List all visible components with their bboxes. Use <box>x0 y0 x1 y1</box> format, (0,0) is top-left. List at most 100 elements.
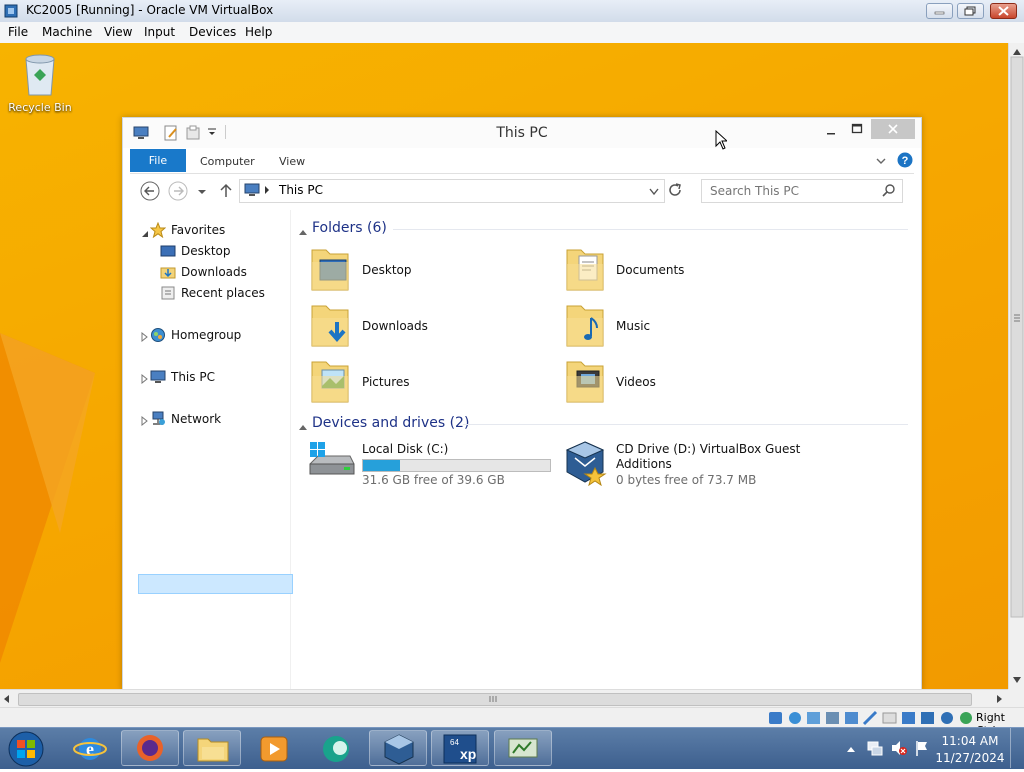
taskbar-virtualbox[interactable] <box>369 730 427 766</box>
folder-tile-pictures[interactable]: Pictures <box>308 356 548 406</box>
nav-recent-places[interactable]: Recent places <box>181 286 265 300</box>
folder-tile-desktop[interactable]: Desktop <box>308 244 548 294</box>
host-vertical-scrollbar[interactable] <box>1008 43 1024 689</box>
search-box[interactable] <box>701 179 903 203</box>
taskbar-teal-app[interactable] <box>306 730 364 766</box>
nav-homegroup[interactable]: Homegroup <box>171 328 241 342</box>
menu-help[interactable]: Help <box>245 25 272 39</box>
clock-date[interactable]: 11/27/2024 <box>935 751 1005 765</box>
desktop-folder-icon <box>160 244 176 261</box>
svg-text:?: ? <box>902 155 909 167</box>
windows-xp-mode-icon: 64xp <box>443 734 477 764</box>
taskbar-network-monitor[interactable] <box>494 730 552 766</box>
drive-tile-local-disk[interactable]: Local Disk (C:) 31.6 GB free of 39.6 GB <box>308 438 553 488</box>
taskbar-internet-explorer[interactable]: e <box>60 730 118 766</box>
tab-file[interactable]: File <box>130 149 186 172</box>
folder-tile-documents[interactable]: Documents <box>563 244 803 294</box>
host-minimize-button[interactable] <box>926 3 953 19</box>
computer-icon <box>244 183 260 200</box>
drives-heading[interactable]: Devices and drives (2) <box>312 415 469 431</box>
menu-devices[interactable]: Devices <box>189 25 236 39</box>
expanded-arrow-icon[interactable] <box>141 227 149 241</box>
explorer-close-button[interactable] <box>871 119 915 139</box>
svg-text:xp: xp <box>460 746 476 762</box>
folder-desktop-label: Desktop <box>362 263 412 277</box>
clock-time[interactable]: 11:04 AM <box>935 734 1005 748</box>
tray-volume-muted-icon[interactable] <box>890 739 908 760</box>
tab-computer[interactable]: Computer <box>200 155 255 168</box>
host-menubar: File Machine View Input Devices Help <box>0 22 1024 44</box>
drives-divider <box>463 424 908 425</box>
drive-tile-cd-drive[interactable]: CD Drive (D:) VirtualBox Guest Additions… <box>563 438 823 488</box>
tab-view[interactable]: View <box>279 155 305 168</box>
menu-file[interactable]: File <box>8 25 28 39</box>
ribbon-tabs: File Computer View ? <box>130 149 914 174</box>
collapsed-arrow-icon[interactable] <box>141 331 149 345</box>
help-icon[interactable]: ? <box>897 152 913 171</box>
back-button[interactable] <box>140 181 160 204</box>
recent-places-icon <box>160 286 176 303</box>
taskbar-media-player[interactable] <box>244 730 302 766</box>
explorer-window: This PC File Computer View ? This PC Sea… <box>122 117 922 690</box>
menu-machine[interactable]: Machine <box>42 25 92 39</box>
search-icon[interactable] <box>882 183 896 200</box>
folder-music-label: Music <box>616 319 651 333</box>
nav-this-pc[interactable]: This PC <box>171 370 215 384</box>
folder-tile-downloads[interactable]: Downloads <box>308 300 548 350</box>
folder-documents-label: Documents <box>616 263 685 277</box>
menu-input[interactable]: Input <box>144 25 175 39</box>
menu-view[interactable]: View <box>104 25 132 39</box>
show-desktop-button[interactable] <box>1010 728 1024 768</box>
nav-favorites[interactable]: Favorites <box>171 223 225 237</box>
address-bar[interactable]: This PC <box>239 179 665 203</box>
recycle-bin-shortcut[interactable]: Recycle Bin <box>8 49 72 114</box>
nav-desktop[interactable]: Desktop <box>181 244 231 258</box>
taskbar-windows-xp-mode[interactable]: 64 xp <box>431 730 489 766</box>
recent-locations-icon[interactable] <box>197 186 207 200</box>
refresh-icon[interactable] <box>667 182 683 201</box>
virtualbox-taskbar-icon <box>384 734 414 765</box>
ribbon-expand-icon[interactable] <box>875 155 887 169</box>
recycle-bin-label: Recycle Bin <box>8 101 72 114</box>
videos-folder-icon <box>566 361 604 403</box>
vbox-status-icons[interactable] <box>768 710 974 726</box>
explorer-titlebar[interactable]: This PC <box>123 118 921 148</box>
start-orb-icon[interactable] <box>4 729 48 772</box>
navigation-pane: Favorites Desktop Downloads Recent place… <box>130 210 293 690</box>
forward-button[interactable] <box>168 181 188 204</box>
host-horizontal-scrollbar[interactable] <box>0 689 1008 708</box>
host-titlebar: KC2005 [Running] - Oracle VM VirtualBox <box>0 0 1024 23</box>
up-arrow-icon[interactable] <box>219 182 233 201</box>
show-hidden-icons-arrow[interactable] <box>846 742 856 756</box>
network-icon <box>150 411 166 430</box>
collapsed-arrow-icon[interactable] <box>141 373 149 387</box>
taskbar-file-explorer[interactable] <box>183 730 241 766</box>
explorer-minimize-button[interactable] <box>825 126 837 141</box>
host-restore-button[interactable] <box>957 3 984 19</box>
local-disk-usage-bar <box>362 459 551 472</box>
tray-action-center-flag-icon[interactable] <box>914 739 930 760</box>
desktop-folder-icon <box>311 249 349 291</box>
search-input[interactable] <box>708 182 872 200</box>
documents-folder-icon <box>566 249 604 291</box>
breadcrumb-this-pc[interactable]: This PC <box>279 183 323 197</box>
nav-network[interactable]: Network <box>171 412 221 426</box>
explorer-maximize-button[interactable] <box>851 123 863 138</box>
taskbar-firefox[interactable] <box>121 730 179 766</box>
address-dropdown-icon[interactable] <box>648 186 660 200</box>
host-close-button[interactable] <box>990 3 1017 19</box>
taskbar: e 64 xp 11:04 AM 11/27/2024 <box>0 727 1024 769</box>
pictures-folder-icon <box>311 361 349 403</box>
group-collapse-arrow-icon[interactable] <box>299 225 307 239</box>
breadcrumb-chevron-icon[interactable] <box>264 184 270 198</box>
collapsed-arrow-icon[interactable] <box>141 415 149 429</box>
tray-network-icon[interactable] <box>866 739 884 760</box>
nav-downloads[interactable]: Downloads <box>181 265 247 279</box>
folders-heading[interactable]: Folders (6) <box>312 220 387 236</box>
firefox-icon <box>137 735 163 761</box>
folder-tile-videos[interactable]: Videos <box>563 356 803 406</box>
vbox-statusbar: Right Ctrl <box>0 707 1024 737</box>
desktop-wallpaper-shape <box>0 333 95 663</box>
folder-tile-music[interactable]: Music <box>563 300 803 350</box>
group-collapse-arrow-icon[interactable] <box>299 420 307 434</box>
